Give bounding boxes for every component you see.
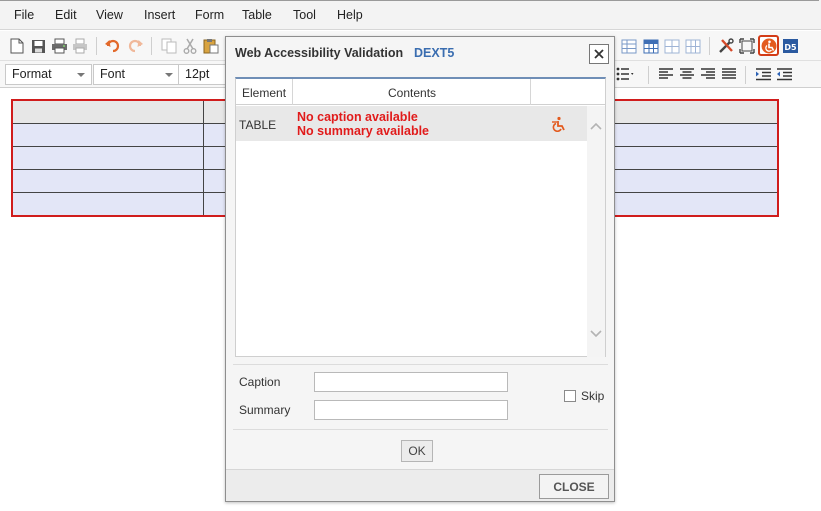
table-icon[interactable] (620, 37, 638, 55)
chevron-up-icon[interactable] (590, 122, 602, 130)
align-justify-icon[interactable] (720, 65, 738, 83)
validation-results-grid: Element Contents TABLE No caption availa… (235, 77, 606, 357)
row-messages: No caption available No summary availabl… (297, 110, 429, 138)
table-cell[interactable] (11, 122, 204, 147)
dialog-close-button[interactable] (589, 44, 609, 64)
dext5-icon[interactable]: D5 (781, 37, 799, 55)
close-icon (594, 49, 604, 59)
table-cell[interactable] (11, 169, 204, 194)
error-message: No summary available (297, 124, 430, 138)
paste-icon[interactable] (202, 37, 220, 55)
print-icon[interactable] (50, 37, 68, 55)
column-header-element: Element (242, 86, 287, 100)
dialog-brand: DEXT5 (414, 46, 455, 60)
toolbar-divider (709, 37, 710, 55)
section-divider (233, 364, 608, 365)
font-dropdown-label: Font (100, 67, 126, 81)
caption-label: Caption (239, 375, 281, 389)
chevron-down-icon[interactable] (590, 330, 602, 338)
align-center-icon[interactable] (678, 65, 696, 83)
close-button[interactable]: CLOSE (539, 474, 609, 499)
font-dropdown[interactable]: Font (93, 64, 180, 85)
table-grid-icon[interactable] (642, 37, 660, 55)
toolbar-divider (96, 37, 97, 55)
align-right-icon[interactable] (699, 65, 717, 83)
print-preview-icon[interactable] (71, 37, 89, 55)
table-cell[interactable] (11, 99, 204, 124)
format-dropdown-label: Format (12, 67, 52, 81)
summary-label: Summary (239, 403, 291, 417)
undo-icon[interactable] (104, 37, 122, 55)
caption-input[interactable] (314, 372, 508, 392)
font-size-dropdown[interactable]: 12pt (178, 64, 228, 85)
menu-insert[interactable]: Insert (144, 8, 175, 22)
table-cells-icon[interactable] (663, 37, 681, 55)
indent-icon[interactable] (754, 65, 772, 83)
error-message: No caption available (297, 110, 418, 124)
accessibility-icon[interactable] (549, 116, 567, 135)
save-icon[interactable] (29, 37, 47, 55)
toolbar-divider (745, 66, 746, 84)
ok-button[interactable]: OK (401, 440, 433, 462)
menu-file[interactable]: File (14, 8, 34, 22)
menu-table[interactable]: Table (242, 8, 272, 22)
column-divider (530, 79, 531, 105)
copy-icon[interactable] (160, 37, 178, 55)
new-doc-icon[interactable] (8, 37, 26, 55)
table-cols-icon[interactable] (684, 37, 702, 55)
tools-icon[interactable] (717, 37, 735, 55)
column-header-contents: Contents (388, 86, 437, 100)
toolbar-divider (151, 37, 152, 55)
accessibility-icon[interactable] (758, 35, 779, 56)
table-row[interactable]: TABLE No caption available No summary av… (236, 106, 587, 141)
menu-edit[interactable]: Edit (55, 8, 77, 22)
column-divider (292, 79, 293, 105)
menu-tool[interactable]: Tool (293, 8, 316, 22)
dialog-title: Web Accessibility Validation (235, 46, 404, 60)
align-left-icon[interactable] (657, 65, 675, 83)
row-element-name: TABLE (239, 118, 277, 132)
font-size-label: 12pt (185, 67, 210, 81)
menu-view[interactable]: View (96, 8, 123, 22)
menu-help[interactable]: Help (337, 8, 363, 22)
dialog-footer: CLOSE (226, 469, 614, 501)
menu-bar: File Edit View Insert Form Table Tool He… (0, 0, 821, 30)
chevron-down-icon (77, 73, 85, 77)
skip-checkbox[interactable] (564, 390, 576, 402)
window-top-border (0, 0, 819, 1)
chevron-down-icon (165, 73, 173, 77)
menu-form[interactable]: Form (195, 8, 224, 22)
redo-icon[interactable] (126, 37, 144, 55)
fullscreen-icon[interactable] (738, 37, 756, 55)
accessibility-validation-dialog: Web Accessibility Validation DEXT5 Eleme… (225, 36, 615, 502)
grid-header: Element Contents (236, 79, 605, 105)
outdent-icon[interactable] (775, 65, 793, 83)
skip-label: Skip (581, 389, 605, 403)
bullet-list-icon[interactable] (616, 65, 634, 83)
toolbar-divider (648, 66, 649, 84)
format-dropdown[interactable]: Format (5, 64, 92, 85)
svg-text:D5: D5 (784, 43, 797, 52)
table-cell[interactable] (11, 192, 204, 217)
cut-icon[interactable] (181, 37, 199, 55)
vertical-scrollbar[interactable] (587, 106, 605, 357)
table-cell[interactable] (11, 145, 204, 171)
summary-input[interactable] (314, 400, 508, 420)
section-divider (233, 429, 608, 430)
